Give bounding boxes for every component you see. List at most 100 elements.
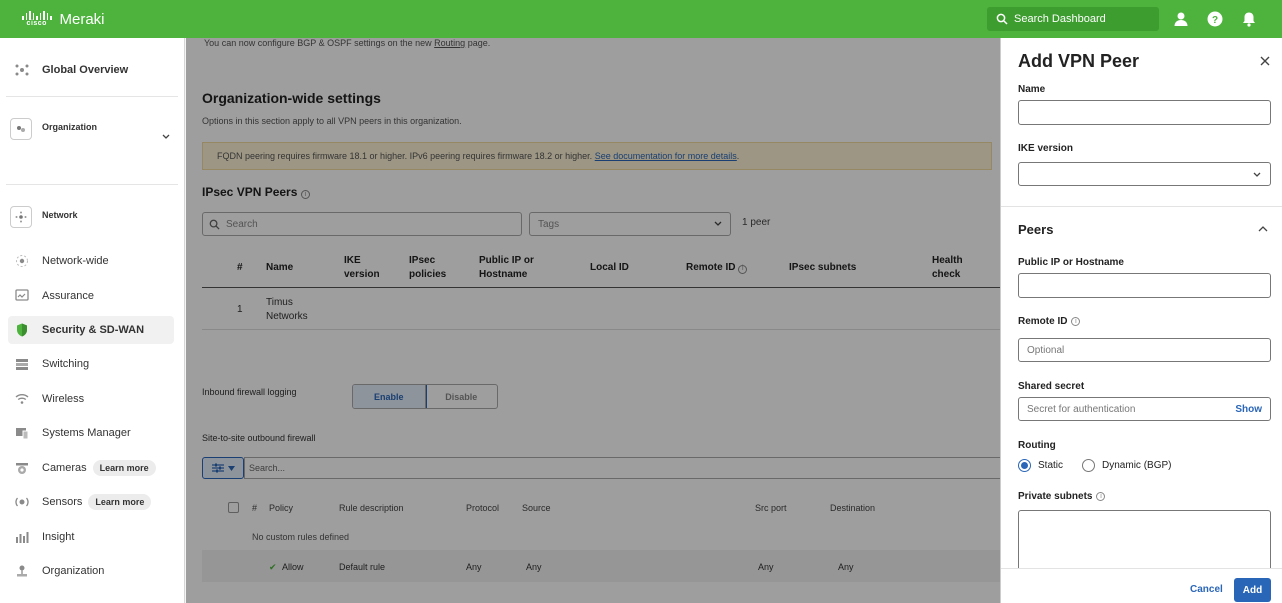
sidebar-item-label: Global Overview	[42, 64, 129, 76]
chevron-down-icon	[162, 134, 170, 139]
insight-icon	[15, 530, 29, 544]
firewall-logging-toggle: Enable Disable	[352, 384, 498, 409]
tags-select[interactable]: Tags	[529, 212, 731, 236]
column-header-ipsec-policies[interactable]: IPsec policies	[409, 254, 446, 282]
sidebar-item-switching[interactable]: Switching	[8, 350, 174, 378]
select-all-checkbox[interactable]	[228, 502, 239, 513]
info-icon[interactable]: i	[1071, 317, 1081, 326]
panel-title: Add VPN Peer	[1018, 51, 1140, 71]
sidebar-item-global-overview[interactable]: Global Overview	[8, 56, 174, 84]
sidebar-item-organization[interactable]: Organization	[8, 557, 174, 585]
bell-icon[interactable]	[1241, 11, 1257, 27]
add-vpn-peer-panel: Add VPN Peer Name IKE version Peers Publ…	[1000, 38, 1282, 603]
column-header-public-ip[interactable]: Public IP or Hostname	[479, 254, 534, 282]
fw-column-policy: Policy	[269, 503, 294, 513]
private-subnets-label: Private subnets i	[1018, 491, 1106, 502]
peers-search-input[interactable]: Search	[202, 212, 522, 236]
static-radio-label[interactable]: Static	[1038, 460, 1063, 471]
filter-button[interactable]	[202, 457, 244, 479]
sidebar-divider	[6, 96, 178, 97]
organization-selector[interactable]: Organization	[8, 118, 178, 140]
fw-column-src-port: Src port	[755, 503, 787, 513]
sidebar-item-network-wide[interactable]: Network-wide	[8, 247, 174, 275]
info-icon[interactable]: i	[300, 190, 310, 199]
ike-version-label: IKE version	[1018, 143, 1074, 154]
static-radio[interactable]	[1018, 459, 1031, 472]
sidebar-item-label: Security & SD-WAN	[42, 324, 145, 336]
dynamic-bgp-radio-label[interactable]: Dynamic (BGP)	[1102, 460, 1171, 471]
fw-column-protocol: Protocol	[466, 503, 500, 513]
routing-link[interactable]: Routing	[434, 38, 465, 48]
disable-button[interactable]: Disable	[426, 385, 498, 408]
sidebar-item-label: Switching	[42, 358, 90, 370]
learn-more-badge[interactable]: Learn more	[92, 460, 156, 476]
network-box-icon	[10, 206, 32, 228]
sidebar: Global Overview Organization Network Net…	[0, 38, 185, 603]
sidebar-item-wireless[interactable]: Wireless	[8, 385, 174, 413]
shared-secret-label: Shared secret	[1018, 381, 1085, 392]
info-icon[interactable]: i	[1096, 492, 1106, 501]
sidebar-item-security-sd-wan[interactable]: Security & SD-WAN	[8, 316, 174, 344]
close-icon[interactable]	[1260, 56, 1270, 66]
enable-button[interactable]: Enable	[353, 385, 427, 408]
notice-text: FQDN peering requires firmware 18.1 or h…	[217, 151, 593, 161]
row-name[interactable]: Timus Networks	[266, 296, 308, 324]
learn-more-badge[interactable]: Learn more	[88, 494, 152, 510]
sidebar-item-insight[interactable]: Insight	[8, 523, 174, 551]
column-header-ipsec-subnets[interactable]: IPsec subnets	[789, 261, 856, 275]
column-header-ike-version[interactable]: IKE version	[344, 254, 380, 282]
table-row-divider	[202, 329, 1000, 330]
show-secret-button[interactable]: Show	[1235, 404, 1262, 415]
global-overview-icon	[15, 63, 29, 77]
column-header-local-id[interactable]: Local ID	[590, 261, 629, 275]
sidebar-item-assurance[interactable]: Assurance	[8, 282, 174, 310]
public-ip-input[interactable]	[1018, 273, 1271, 298]
ike-version-select[interactable]	[1018, 162, 1271, 186]
cancel-button[interactable]: Cancel	[1190, 584, 1223, 595]
info-icon[interactable]: i	[738, 264, 748, 274]
sidebar-item-label: Sensors	[42, 496, 83, 508]
wifi-icon	[15, 392, 29, 406]
default-rule-policy: Allow	[282, 562, 304, 572]
shield-icon	[15, 323, 29, 337]
remote-id-input[interactable]: Optional	[1018, 338, 1271, 362]
caret-down-icon	[227, 465, 235, 471]
column-header-remote-id[interactable]: Remote ID i	[686, 261, 748, 275]
fw-column-destination: Destination	[830, 503, 876, 513]
column-header-name[interactable]: Name	[266, 261, 293, 275]
sidebar-item-label: Network-wide	[42, 255, 109, 267]
dynamic-bgp-radio[interactable]	[1082, 459, 1096, 472]
fw-column-rule-description: Rule description	[339, 503, 404, 513]
help-icon[interactable]: ?	[1207, 11, 1223, 27]
firewall-search-input[interactable]: Search...	[244, 457, 1000, 479]
routing-banner: You can now configure BGP & OSPF setting…	[204, 38, 491, 48]
peers-section-title: Peers	[1018, 222, 1054, 237]
column-header-num: #	[237, 262, 243, 273]
network-selector[interactable]: Network	[8, 206, 178, 228]
dashboard-search-placeholder: Search Dashboard	[1014, 13, 1106, 25]
column-header-health-check[interactable]: Health check	[932, 254, 963, 282]
user-icon[interactable]	[1173, 11, 1189, 27]
sensor-icon	[15, 495, 29, 509]
chevron-down-icon	[1253, 172, 1261, 177]
remote-id-label: Remote ID i	[1018, 316, 1081, 327]
org-settings-title: Organization-wide settings	[202, 90, 381, 106]
main-content: You can now configure BGP & OSPF setting…	[186, 38, 1000, 603]
documentation-link[interactable]: See documentation for more details	[595, 151, 737, 161]
sidebar-item-label: Wireless	[42, 393, 85, 405]
dashboard-search-input[interactable]: Search Dashboard	[987, 7, 1159, 31]
panel-divider	[1001, 206, 1282, 207]
top-bar: cisco Meraki Search Dashboard ?	[0, 0, 1282, 38]
meraki-logo[interactable]: cisco Meraki	[22, 10, 105, 28]
add-button[interactable]: Add	[1234, 578, 1271, 602]
chevron-up-icon[interactable]	[1258, 225, 1268, 232]
chevron-down-icon	[714, 221, 722, 226]
sidebar-item-label: Systems Manager	[42, 427, 131, 439]
assurance-icon	[15, 289, 29, 303]
sidebar-item-systems-manager[interactable]: Systems Manager	[8, 419, 174, 447]
sidebar-item-sensors[interactable]: Sensors Learn more	[8, 488, 174, 516]
name-input[interactable]	[1018, 100, 1271, 125]
firewall-search-placeholder: Search...	[249, 463, 286, 473]
shared-secret-input[interactable]: Secret for authentication Show	[1018, 397, 1271, 421]
sidebar-item-cameras[interactable]: Cameras Learn more	[8, 454, 174, 482]
